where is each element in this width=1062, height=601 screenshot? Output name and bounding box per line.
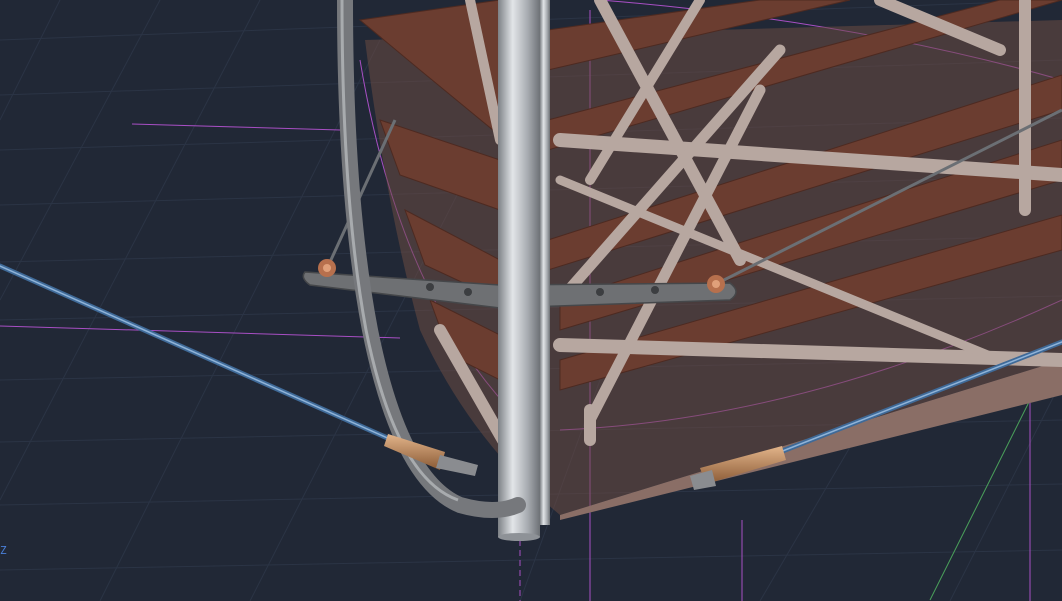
3d-model-viewport[interactable]: Z bbox=[0, 0, 1062, 601]
model-scene[interactable] bbox=[0, 0, 1062, 601]
vertical-posts bbox=[498, 0, 550, 541]
z-axis-label: Z bbox=[0, 544, 7, 557]
y-axis-line bbox=[929, 399, 1031, 601]
